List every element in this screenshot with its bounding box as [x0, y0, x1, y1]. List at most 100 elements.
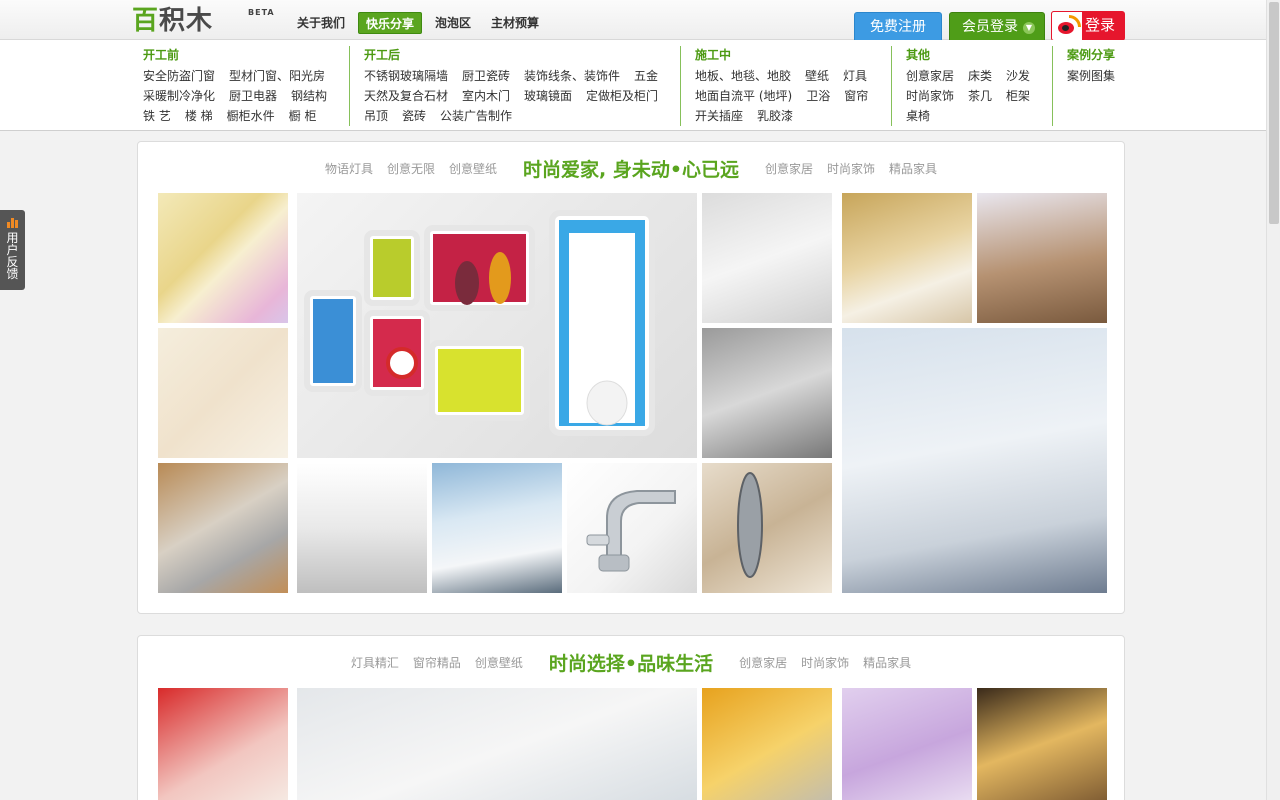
- section-tab[interactable]: 创意家居: [765, 160, 813, 177]
- faucet-illustration: [586, 490, 676, 572]
- category-link[interactable]: 型材门窗、阳光房: [229, 66, 325, 86]
- weibo-login-label: 登录: [1085, 16, 1116, 34]
- category-link[interactable]: 装饰线条、装饰件: [524, 66, 620, 86]
- category-link[interactable]: 铁 艺: [143, 106, 171, 126]
- section-tab[interactable]: 时尚家饰: [827, 160, 875, 177]
- category-link[interactable]: 橱柜水件: [227, 106, 275, 126]
- category-link[interactable]: 采暖制冷净化: [143, 86, 215, 106]
- category-link[interactable]: 楼 梯: [185, 106, 213, 126]
- range-hood-photo[interactable]: [297, 463, 427, 593]
- section-tab[interactable]: 物语灯具: [325, 160, 373, 177]
- floral-wallpaper-photo[interactable]: [158, 328, 288, 458]
- vertical-scrollbar[interactable]: [1266, 0, 1280, 800]
- category-link[interactable]: 壁纸: [805, 66, 829, 86]
- weibo-login-button[interactable]: 登录: [1051, 11, 1125, 41]
- bedroom-lamp-photo[interactable]: [842, 193, 972, 323]
- category-link[interactable]: 卫浴: [806, 86, 830, 106]
- category-link[interactable]: 公装广告制作: [440, 106, 512, 126]
- category-link[interactable]: 床类: [968, 66, 992, 86]
- wall-shelves-photo[interactable]: [297, 193, 697, 458]
- category-head[interactable]: 其他: [906, 46, 1030, 64]
- column-divider: [680, 46, 681, 126]
- site-logo[interactable]: 百积木 BETA: [132, 6, 274, 36]
- nav-about[interactable]: 关于我们: [290, 12, 352, 34]
- faucet-photo[interactable]: [567, 463, 697, 593]
- ceiling-light-photo[interactable]: [977, 193, 1107, 323]
- section-tab[interactable]: 创意无限: [387, 160, 435, 177]
- category-link[interactable]: 玻璃镜面: [524, 86, 572, 106]
- category-link[interactable]: 沙发: [1006, 66, 1030, 86]
- section-tab[interactable]: 灯具精汇: [351, 654, 399, 671]
- login-button[interactable]: 会员登录 ▼: [949, 12, 1045, 42]
- category-link[interactable]: 瓷砖: [402, 106, 426, 126]
- category-other: 其他 创意家居 床类 沙发 时尚家饰 茶几 柜架 桌椅: [906, 46, 1030, 126]
- register-button[interactable]: 免费注册: [854, 12, 942, 42]
- category-link[interactable]: 柜架: [1006, 86, 1030, 106]
- bathtub-photo[interactable]: [432, 463, 562, 593]
- nav-share[interactable]: 快乐分享: [358, 12, 423, 34]
- category-link[interactable]: 创意家居: [906, 66, 954, 86]
- category-during-construction: 施工中 地板、地毯、地胶 壁纸 灯具 地面自流平 (地坪) 卫浴 窗帘 开关插座 乳胶漆: [695, 46, 868, 126]
- section-tab[interactable]: 创意壁纸: [449, 160, 497, 177]
- category-link[interactable]: 地板、地毯、地胶: [695, 66, 791, 86]
- category-link[interactable]: 厨卫瓷砖: [462, 66, 510, 86]
- showcase-section-2: 灯具精汇 窗帘精品 创意壁纸 时尚选择•品味生活 创意家居 时尚家饰 精品家具: [137, 635, 1125, 800]
- beta-badge: BETA: [248, 8, 275, 17]
- category-head[interactable]: 开工后: [364, 46, 658, 64]
- category-link[interactable]: 地面自流平 (地坪): [695, 86, 792, 106]
- bead-curtain-photo[interactable]: [158, 688, 288, 800]
- category-link[interactable]: 室内木门: [462, 86, 510, 106]
- category-link[interactable]: 天然及复合石材: [364, 86, 448, 106]
- feedback-tab[interactable]: 用户反馈: [0, 210, 25, 290]
- kitchen-basket-photo[interactable]: [158, 463, 288, 593]
- category-link[interactable]: 厨卫电器: [229, 86, 277, 106]
- nav-budget[interactable]: 主材预算: [484, 12, 546, 34]
- logo-char-2: 积木: [159, 6, 214, 36]
- purple-ceiling-lamp-photo[interactable]: [842, 688, 972, 800]
- category-link[interactable]: 五金: [634, 66, 658, 86]
- category-head[interactable]: 开工前: [143, 46, 327, 64]
- category-link[interactable]: 桌椅: [906, 106, 930, 126]
- category-before-construction: 开工前 安全防盗门窗 型材门窗、阳光房 采暖制冷净化 厨卫电器 钢结构 铁 艺楼 梯橱…: [143, 46, 327, 126]
- category-after-construction: 开工后 不锈钢玻璃隔墙 厨卫瓷砖 装饰线条、装饰件 五金 天然及复合石材 室内木门 玻璃镜…: [364, 46, 658, 126]
- bedroom-wallpaper-photo[interactable]: [297, 688, 697, 800]
- category-link[interactable]: 钢结构: [291, 86, 327, 106]
- scrollbar-thumb[interactable]: [1269, 2, 1279, 224]
- top-nav: 关于我们 快乐分享 泡泡区 主材预算: [290, 12, 546, 34]
- column-divider: [1052, 46, 1053, 126]
- section-tab[interactable]: 时尚家饰: [801, 654, 849, 671]
- category-link[interactable]: 案例图集: [1067, 66, 1115, 86]
- category-link[interactable]: 开关插座: [695, 106, 743, 126]
- section-tab[interactable]: 窗帘精品: [413, 654, 461, 671]
- category-head[interactable]: 施工中: [695, 46, 868, 64]
- category-link[interactable]: 灯具: [843, 66, 867, 86]
- section-tab[interactable]: 创意家居: [739, 654, 787, 671]
- category-link[interactable]: 茶几: [968, 86, 992, 106]
- bathroom-cabinet-photo[interactable]: [702, 193, 832, 323]
- category-link[interactable]: 乳胶漆: [757, 106, 793, 126]
- category-link[interactable]: 吊顶: [364, 106, 388, 126]
- section-tab[interactable]: 创意壁纸: [475, 654, 523, 671]
- column-divider: [891, 46, 892, 126]
- category-head[interactable]: 案例分享: [1067, 46, 1115, 64]
- login-label: 会员登录: [962, 19, 1018, 35]
- towel-rack-photo[interactable]: [702, 688, 832, 800]
- category-link[interactable]: 橱 柜: [289, 106, 317, 126]
- category-link[interactable]: 时尚家饰: [906, 86, 954, 106]
- shower-set-photo[interactable]: [702, 328, 832, 458]
- section-tab[interactable]: 精品家具: [863, 654, 911, 671]
- tv-cabinet-photo[interactable]: [842, 328, 1107, 593]
- wall-sconce-photo[interactable]: [977, 688, 1107, 800]
- category-link[interactable]: 窗帘: [844, 86, 868, 106]
- section-tab[interactable]: 精品家具: [889, 160, 937, 177]
- chevron-down-icon: ▼: [1023, 22, 1035, 34]
- category-link[interactable]: 不锈钢玻璃隔墙: [364, 66, 448, 86]
- category-link[interactable]: 安全防盗门窗: [143, 66, 215, 86]
- category-link[interactable]: 定做柜及柜门: [586, 86, 658, 106]
- logo-char-1: 百: [132, 6, 160, 36]
- oval-mirror-photo[interactable]: [702, 463, 832, 593]
- category-cases: 案例分享 案例图集: [1067, 46, 1115, 126]
- curtains-photo[interactable]: [158, 193, 288, 323]
- nav-bubble[interactable]: 泡泡区: [428, 12, 478, 34]
- weibo-icon: [1051, 11, 1083, 41]
